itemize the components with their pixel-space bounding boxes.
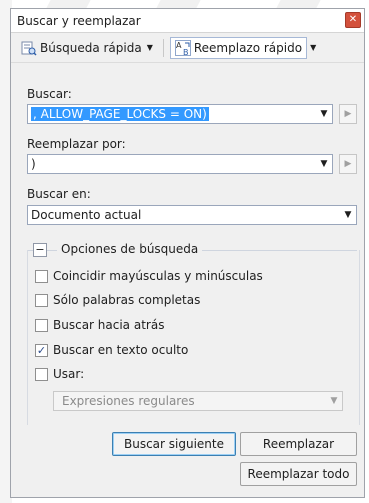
quick-replace-label: Reemplazo rápido	[193, 40, 303, 55]
use-type-value: Expresiones regulares	[62, 394, 195, 408]
whole-word-option[interactable]: Sólo palabras completas	[35, 293, 200, 307]
chevron-down-icon[interactable]: ▼	[310, 43, 316, 52]
use-checkbox[interactable]	[35, 367, 48, 381]
find-label: Buscar:	[27, 87, 72, 101]
search-hidden-checkbox[interactable]: ✓	[35, 343, 48, 357]
search-hidden-option[interactable]: ✓ Buscar en texto oculto	[35, 343, 188, 357]
replace-input-value: )	[31, 157, 36, 171]
find-next-button[interactable]: Buscar siguiente	[112, 432, 236, 456]
chevron-down-icon[interactable]: ▼	[340, 210, 356, 220]
search-up-label: Buscar hacia atrás	[53, 318, 165, 332]
quick-find-label: Búsqueda rápida	[40, 40, 142, 55]
quick-replace-button[interactable]: A B Reemplazo rápido	[169, 36, 308, 59]
use-option[interactable]: Usar:	[35, 367, 84, 381]
find-replace-dialog: Buscar y reemplazar ✕ Búsqueda rápida ▼ …	[10, 8, 365, 498]
collapse-options-button[interactable]: −	[33, 243, 47, 257]
find-input-value: , ALLOW_PAGE_LOCKS = ON)	[31, 107, 209, 121]
replace-icon: A B	[174, 39, 191, 57]
whole-word-checkbox[interactable]	[35, 293, 48, 307]
find-expression-builder-button[interactable]: ▶	[339, 104, 357, 124]
match-case-option[interactable]: Coincidir mayúsculas y minúsculas	[35, 269, 263, 283]
find-input[interactable]: , ALLOW_PAGE_LOCKS = ON) ▼	[27, 104, 333, 124]
close-icon[interactable]: ✕	[345, 12, 361, 28]
quick-find-button[interactable]: Búsqueda rápida ▼	[17, 37, 157, 59]
search-hidden-label: Buscar en texto oculto	[53, 343, 189, 357]
mode-toolbar: Búsqueda rápida ▼ A B Reemplazo rápido ▼	[11, 33, 364, 63]
replace-input[interactable]: ) ▼	[27, 154, 333, 174]
chevron-down-icon[interactable]: ▼	[316, 109, 332, 119]
search-up-checkbox[interactable]	[35, 318, 48, 332]
toolbar-separator	[162, 38, 164, 57]
options-group-title: Opciones de búsqueda	[57, 242, 203, 256]
look-in-select[interactable]: Documento actual ▼	[27, 205, 357, 225]
replace-all-button[interactable]: Reemplazar todo	[240, 462, 357, 486]
svg-text:A: A	[176, 41, 182, 50]
chevron-down-icon[interactable]: ▼	[147, 43, 153, 52]
title-bar: Buscar y reemplazar ✕	[11, 9, 364, 33]
look-in-value: Documento actual	[31, 208, 142, 222]
use-type-select[interactable]: Expresiones regulares ▼	[53, 391, 343, 411]
match-case-checkbox[interactable]	[35, 269, 48, 283]
use-label: Usar:	[53, 367, 85, 381]
whole-word-label: Sólo palabras completas	[53, 293, 201, 307]
chevron-down-icon[interactable]: ▼	[316, 159, 332, 169]
replace-button[interactable]: Reemplazar	[240, 432, 357, 456]
binoculars-icon	[21, 40, 37, 56]
svg-text:B: B	[183, 48, 189, 56]
replace-label: Reemplazar por:	[27, 137, 126, 151]
replace-expression-builder-button[interactable]: ▶	[339, 154, 357, 174]
match-case-label: Coincidir mayúsculas y minúsculas	[53, 269, 263, 283]
window-title: Buscar y reemplazar	[17, 13, 141, 28]
chevron-down-icon[interactable]: ▼	[326, 396, 342, 406]
search-up-option[interactable]: Buscar hacia atrás	[35, 318, 164, 332]
look-in-label: Buscar en:	[27, 187, 91, 201]
